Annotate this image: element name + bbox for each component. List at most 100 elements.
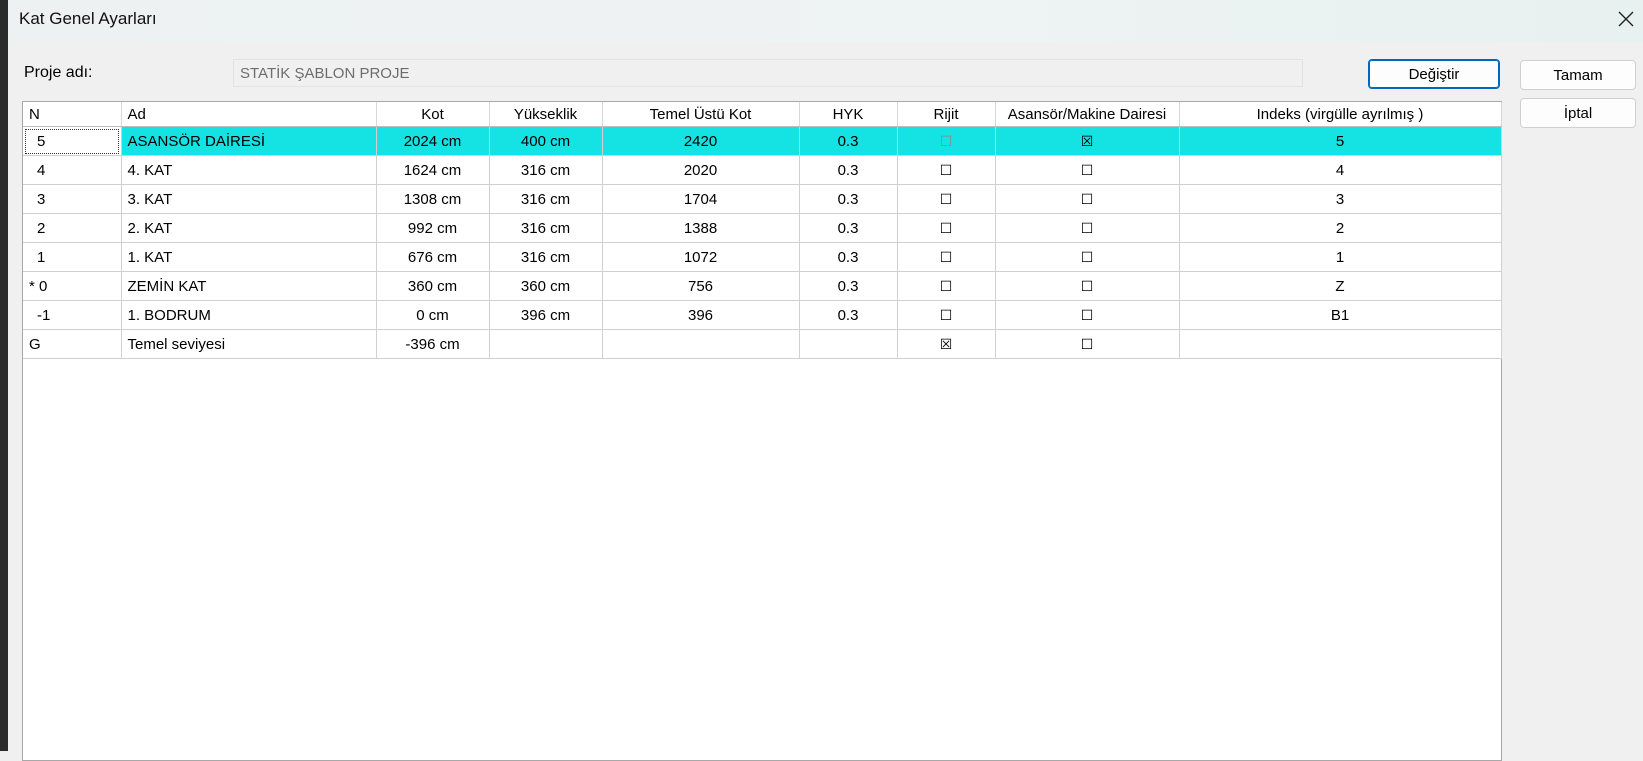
cell-kot[interactable]: 676 cm bbox=[376, 242, 490, 272]
cell-kot[interactable]: 1308 cm bbox=[376, 184, 490, 214]
floor-settings-grid[interactable]: N Ad Kot Yükseklik Temel Üstü Kot HYK Ri… bbox=[22, 101, 1502, 761]
rijit-checkbox[interactable]: ☐ bbox=[940, 163, 953, 177]
asansor-checkbox[interactable]: ☐ bbox=[1081, 308, 1094, 322]
header-n[interactable]: N bbox=[23, 102, 122, 127]
cell-hyk[interactable]: 0.3 bbox=[799, 271, 898, 301]
header-yukseklik[interactable]: Yükseklik bbox=[489, 102, 603, 127]
cell-ad[interactable]: 1. KAT bbox=[121, 242, 377, 272]
cell-ad[interactable]: 3. KAT bbox=[121, 184, 377, 214]
asansor-checkbox[interactable]: ☐ bbox=[1081, 163, 1094, 177]
cell-n[interactable]: * 0 bbox=[23, 271, 122, 301]
cell-yukseklik[interactable]: 400 cm bbox=[489, 126, 603, 156]
cell-hyk[interactable]: 0.3 bbox=[799, 184, 898, 214]
cell-temel-ustu-kot[interactable]: 2420 bbox=[602, 126, 800, 156]
cell-kot[interactable]: 1624 cm bbox=[376, 155, 490, 185]
cell-indeks[interactable]: 3 bbox=[1179, 184, 1502, 214]
table-row[interactable]: 4 4. KAT 1624 cm 316 cm 2020 0.3 ☐ ☐ 4 bbox=[23, 155, 1502, 185]
cell-temel-ustu-kot[interactable]: 396 bbox=[602, 300, 800, 330]
header-kot[interactable]: Kot bbox=[376, 102, 490, 127]
cell-kot[interactable]: 0 cm bbox=[376, 300, 490, 330]
header-indeks[interactable]: Indeks (virgülle ayrılmış ) bbox=[1179, 102, 1502, 127]
cell-n[interactable]: 1 bbox=[23, 242, 122, 272]
cell-indeks[interactable]: 5 bbox=[1179, 126, 1502, 156]
cell-ad[interactable]: ZEMİN KAT bbox=[121, 271, 377, 301]
desktop-background-strip bbox=[0, 0, 8, 751]
asansor-checkbox[interactable]: ☐ bbox=[1081, 192, 1094, 206]
cell-indeks[interactable]: 4 bbox=[1179, 155, 1502, 185]
cell-indeks[interactable]: 2 bbox=[1179, 213, 1502, 243]
cell-hyk[interactable] bbox=[799, 329, 898, 359]
cell-temel-ustu-kot[interactable]: 1704 bbox=[602, 184, 800, 214]
table-row-selected[interactable]: 5 ASANSÖR DAİRESİ 2024 cm 400 cm 2420 0.… bbox=[23, 126, 1502, 156]
cell-kot[interactable]: 360 cm bbox=[376, 271, 490, 301]
cell-kot[interactable]: -396 cm bbox=[376, 329, 490, 359]
cell-hyk[interactable]: 0.3 bbox=[799, 242, 898, 272]
cell-yukseklik[interactable]: 316 cm bbox=[489, 184, 603, 214]
table-row[interactable]: -1 1. BODRUM 0 cm 396 cm 396 0.3 ☐ ☐ B1 bbox=[23, 300, 1502, 330]
cell-temel-ustu-kot[interactable]: 1072 bbox=[602, 242, 800, 272]
cell-n[interactable]: 4 bbox=[23, 155, 122, 185]
header-ad[interactable]: Ad bbox=[121, 102, 377, 127]
cell-yukseklik[interactable] bbox=[489, 329, 603, 359]
cell-ad[interactable]: 2. KAT bbox=[121, 213, 377, 243]
asansor-checkbox[interactable]: ☐ bbox=[1081, 279, 1094, 293]
cancel-button[interactable]: İptal bbox=[1520, 98, 1636, 128]
cell-indeks[interactable]: Z bbox=[1179, 271, 1502, 301]
table-row[interactable]: 1 1. KAT 676 cm 316 cm 1072 0.3 ☐ ☐ 1 bbox=[23, 242, 1502, 272]
cell-kot[interactable]: 992 cm bbox=[376, 213, 490, 243]
cell-indeks[interactable]: 1 bbox=[1179, 242, 1502, 272]
header-hyk[interactable]: HYK bbox=[799, 102, 898, 127]
project-name-field[interactable] bbox=[233, 59, 1303, 87]
cell-hyk[interactable]: 0.3 bbox=[799, 213, 898, 243]
asansor-checkbox[interactable]: ☐ bbox=[1081, 221, 1094, 235]
asansor-checkbox[interactable]: ☐ bbox=[1081, 337, 1094, 351]
table-header-row: N Ad Kot Yükseklik Temel Üstü Kot HYK Ri… bbox=[23, 102, 1502, 127]
ok-button[interactable]: Tamam bbox=[1520, 60, 1636, 90]
table-row[interactable]: 3 3. KAT 1308 cm 316 cm 1704 0.3 ☐ ☐ 3 bbox=[23, 184, 1502, 214]
cell-yukseklik[interactable]: 316 cm bbox=[489, 155, 603, 185]
header-asansor[interactable]: Asansör/Makine Dairesi bbox=[995, 102, 1180, 127]
asansor-checkbox[interactable]: ☒ bbox=[1081, 134, 1094, 148]
cell-indeks[interactable]: B1 bbox=[1179, 300, 1502, 330]
table-row[interactable]: * 0 ZEMİN KAT 360 cm 360 cm 756 0.3 ☐ ☐ … bbox=[23, 271, 1502, 301]
table-row[interactable]: G Temel seviyesi -396 cm ☒ ☐ bbox=[23, 329, 1502, 359]
cell-yukseklik[interactable]: 316 cm bbox=[489, 213, 603, 243]
cell-kot[interactable]: 2024 cm bbox=[376, 126, 490, 156]
cell-yukseklik[interactable]: 396 cm bbox=[489, 300, 603, 330]
title-bar[interactable]: Kat Genel Ayarları bbox=[8, 0, 1643, 42]
rijit-checkbox[interactable]: ☐ bbox=[940, 134, 953, 148]
cell-temel-ustu-kot[interactable] bbox=[602, 329, 800, 359]
rijit-checkbox[interactable]: ☐ bbox=[940, 250, 953, 264]
cell-yukseklik[interactable]: 360 cm bbox=[489, 271, 603, 301]
cell-temel-ustu-kot[interactable]: 1388 bbox=[602, 213, 800, 243]
cell-ad[interactable]: 1. BODRUM bbox=[121, 300, 377, 330]
header-rijit[interactable]: Rijit bbox=[897, 102, 996, 127]
close-button[interactable] bbox=[1609, 0, 1643, 38]
cell-yukseklik[interactable]: 316 cm bbox=[489, 242, 603, 272]
table-row[interactable]: 2 2. KAT 992 cm 316 cm 1388 0.3 ☐ ☐ 2 bbox=[23, 213, 1502, 243]
cell-ad[interactable]: 4. KAT bbox=[121, 155, 377, 185]
rijit-checkbox[interactable]: ☐ bbox=[940, 192, 953, 206]
cell-hyk[interactable]: 0.3 bbox=[799, 126, 898, 156]
cell-temel-ustu-kot[interactable]: 756 bbox=[602, 271, 800, 301]
cell-ad[interactable]: ASANSÖR DAİRESİ bbox=[121, 126, 377, 156]
change-button[interactable]: Değiştir bbox=[1368, 59, 1500, 89]
rijit-checkbox[interactable]: ☒ bbox=[940, 337, 953, 351]
cell-indeks[interactable] bbox=[1179, 329, 1502, 359]
cell-n[interactable]: G bbox=[23, 329, 122, 359]
floor-table: N Ad Kot Yükseklik Temel Üstü Kot HYK Ri… bbox=[23, 102, 1502, 359]
project-name-label: Proje adı: bbox=[24, 64, 93, 81]
cell-n[interactable]: 5 bbox=[23, 126, 122, 156]
cell-temel-ustu-kot[interactable]: 2020 bbox=[602, 155, 800, 185]
cell-ad[interactable]: Temel seviyesi bbox=[121, 329, 377, 359]
asansor-checkbox[interactable]: ☐ bbox=[1081, 250, 1094, 264]
rijit-checkbox[interactable]: ☐ bbox=[940, 221, 953, 235]
cell-hyk[interactable]: 0.3 bbox=[799, 300, 898, 330]
rijit-checkbox[interactable]: ☐ bbox=[940, 308, 953, 322]
cell-n[interactable]: 2 bbox=[23, 213, 122, 243]
header-temel-ustu-kot[interactable]: Temel Üstü Kot bbox=[602, 102, 800, 127]
rijit-checkbox[interactable]: ☐ bbox=[940, 279, 953, 293]
cell-hyk[interactable]: 0.3 bbox=[799, 155, 898, 185]
cell-n[interactable]: -1 bbox=[23, 300, 122, 330]
cell-n[interactable]: 3 bbox=[23, 184, 122, 214]
